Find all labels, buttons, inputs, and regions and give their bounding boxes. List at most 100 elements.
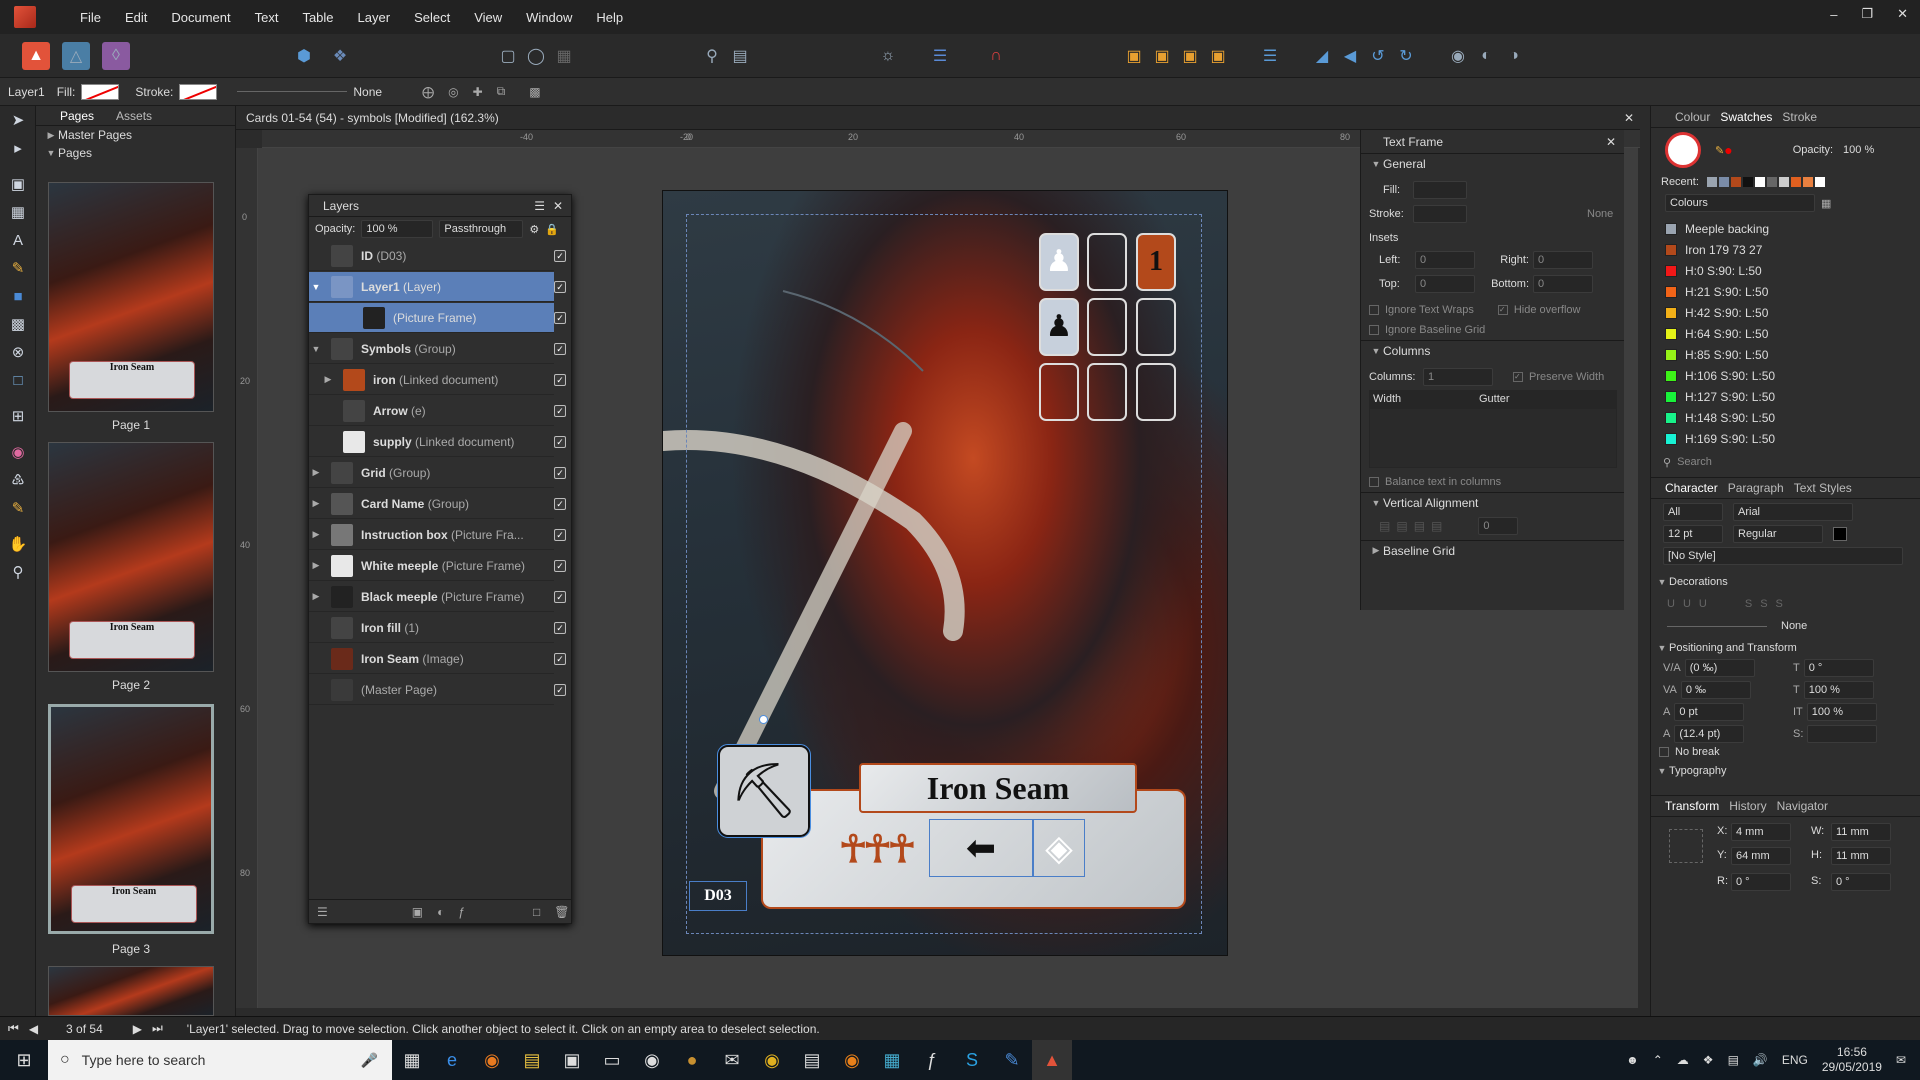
- fill-tool-icon[interactable]: ♷: [0, 466, 36, 494]
- swatch-h42[interactable]: H:42 S:90: L:50: [1665, 302, 1920, 323]
- recent-swatch[interactable]: [1778, 177, 1789, 187]
- task-view-icon[interactable]: ▦: [392, 1040, 432, 1080]
- w-field[interactable]: 11 mm: [1831, 823, 1891, 841]
- page-thumbnail-2[interactable]: Iron Seam: [48, 442, 214, 672]
- vertical-scale-field[interactable]: 100 %: [1803, 681, 1874, 699]
- visibility-checkbox[interactable]: ✓: [554, 435, 566, 448]
- clock[interactable]: 16:56 29/05/2019: [1822, 1045, 1882, 1075]
- swatch-h106[interactable]: H:106 S:90: L:50: [1665, 365, 1920, 386]
- ellipse-frame-icon[interactable]: ◯: [522, 42, 550, 70]
- notifications-icon[interactable]: ✉: [1896, 1053, 1906, 1067]
- panel-menu-icon[interactable]: ☰: [534, 199, 545, 213]
- onedrive-icon[interactable]: ☁: [1677, 1053, 1689, 1067]
- right-inset-field[interactable]: 0: [1533, 251, 1593, 269]
- shear-transform-field[interactable]: 0 °: [1831, 873, 1891, 891]
- publisher-icon[interactable]: ▲: [1032, 1040, 1072, 1080]
- table-icon[interactable]: ▦: [550, 42, 578, 70]
- boolean-subtract-icon[interactable]: ◐: [1472, 42, 1500, 70]
- volume-icon[interactable]: 🔊: [1753, 1053, 1768, 1067]
- recent-swatch[interactable]: [1802, 177, 1813, 187]
- tab-pages[interactable]: Pages: [60, 109, 94, 123]
- transparency-tool-icon[interactable]: ✎: [0, 494, 36, 522]
- horizontal-scale-field[interactable]: 100 %: [1806, 703, 1877, 721]
- network-icon[interactable]: ▤: [1728, 1053, 1739, 1067]
- rotation-handle[interactable]: [759, 715, 768, 724]
- visibility-checkbox[interactable]: ✓: [554, 559, 566, 572]
- card-name-box[interactable]: Iron Seam: [859, 763, 1137, 813]
- swatch-h85[interactable]: H:85 S:90: L:50: [1665, 344, 1920, 365]
- font-size-select[interactable]: 12 pt: [1663, 525, 1723, 543]
- vertical-offset-field[interactable]: 0: [1478, 517, 1519, 535]
- colour-picker-icon[interactable]: ◉: [0, 438, 36, 466]
- boolean-intersect-icon[interactable]: ◑: [1500, 42, 1528, 70]
- expand-pages-icon[interactable]: ▼: [44, 148, 58, 158]
- swatch-meeple-backing[interactable]: Meeple backing: [1665, 218, 1920, 239]
- menu-edit[interactable]: Edit: [125, 10, 147, 25]
- visibility-icon[interactable]: ◎: [448, 85, 458, 99]
- double-strike-icon[interactable]: S: [1760, 598, 1767, 610]
- recent-swatch[interactable]: [1742, 177, 1753, 187]
- last-page-icon[interactable]: ⏭: [152, 1021, 163, 1036]
- store-icon[interactable]: ▣: [552, 1040, 592, 1080]
- close-panel-icon[interactable]: ✕: [553, 199, 563, 213]
- tray-expand-icon[interactable]: ⌃: [1653, 1053, 1663, 1067]
- positioning-section[interactable]: Positioning and Transform: [1669, 642, 1797, 654]
- layer-row-iron-fill[interactable]: Iron fill (1) ✓: [309, 613, 566, 643]
- double-underline-icon[interactable]: U: [1683, 598, 1691, 610]
- crop-tool-icon[interactable]: ⊞: [0, 402, 36, 430]
- rotate-right-icon[interactable]: ↻: [1392, 42, 1420, 70]
- pickaxe-picture-frame[interactable]: ⛏: [717, 744, 811, 838]
- rectangle-tool-icon[interactable]: ■: [0, 282, 36, 310]
- layer-row-grid[interactable]: ▶ Grid (Group) ✓: [309, 458, 566, 488]
- arrange-backward-icon[interactable]: ▣: [1148, 42, 1176, 70]
- blender-icon[interactable]: ◉: [832, 1040, 872, 1080]
- card-name[interactable]: Iron Seam: [927, 770, 1070, 807]
- recent-swatch[interactable]: [1790, 177, 1801, 187]
- master-pages-label[interactable]: Master Pages: [58, 128, 132, 142]
- zoom-tool-icon[interactable]: ⚲: [0, 558, 36, 586]
- swatch-h127[interactable]: H:127 S:90: L:50: [1665, 386, 1920, 407]
- transform-origin-icon[interactable]: ⨁: [422, 85, 434, 99]
- tab-assets[interactable]: Assets: [116, 109, 152, 123]
- visibility-checkbox[interactable]: ✓: [554, 528, 566, 541]
- swatch-h64[interactable]: H:64 S:90: L:50: [1665, 323, 1920, 344]
- tab-colour[interactable]: Colour: [1675, 110, 1710, 124]
- microphone-icon[interactable]: 🎤: [361, 1052, 378, 1069]
- swatch-iron[interactable]: Iron 179 73 27: [1665, 239, 1920, 260]
- align-bottom-icon[interactable]: ▤: [1414, 519, 1425, 533]
- arrange-front-icon[interactable]: ▣: [1204, 42, 1232, 70]
- firefox-icon[interactable]: ◉: [472, 1040, 512, 1080]
- y-field[interactable]: 64 mm: [1731, 847, 1791, 865]
- visibility-checkbox[interactable]: ✓: [554, 311, 566, 324]
- tab-transform[interactable]: Transform: [1665, 799, 1719, 813]
- decorations-section[interactable]: Decorations: [1669, 576, 1728, 588]
- place-image-icon[interactable]: □: [0, 366, 36, 394]
- pen-tool-icon[interactable]: ✎: [0, 254, 36, 282]
- char-style-select[interactable]: [No Style]: [1663, 547, 1903, 565]
- columns-table[interactable]: [1369, 408, 1617, 468]
- slot[interactable]: [1136, 363, 1176, 421]
- align-justify-icon[interactable]: ▤: [1431, 519, 1442, 533]
- notepad-icon[interactable]: ▭: [592, 1040, 632, 1080]
- recent-swatch[interactable]: [1814, 177, 1825, 187]
- page-indicator[interactable]: 3 of 54: [66, 1022, 103, 1036]
- recent-swatch[interactable]: [1730, 177, 1741, 187]
- visibility-checkbox[interactable]: ✓: [554, 590, 566, 603]
- strikethrough-icon[interactable]: S: [1745, 598, 1752, 610]
- layer-row-master-page[interactable]: (Master Page) ✓: [309, 675, 566, 705]
- mask-icon[interactable]: ▣: [412, 905, 423, 919]
- app-logo-icon[interactable]: [14, 6, 36, 28]
- visibility-checkbox[interactable]: ✓: [554, 373, 566, 386]
- menu-table[interactable]: Table: [302, 10, 333, 25]
- slot[interactable]: [1087, 298, 1127, 356]
- pages-label[interactable]: Pages: [58, 146, 92, 160]
- photo-persona-icon[interactable]: ◊: [102, 41, 130, 70]
- recent-swatch[interactable]: [1706, 177, 1717, 187]
- menu-document[interactable]: Document: [171, 10, 230, 25]
- tab-paragraph[interactable]: Paragraph: [1728, 481, 1784, 495]
- artistic-text-icon[interactable]: A: [0, 226, 36, 254]
- leading-field[interactable]: (12.4 pt): [1674, 725, 1745, 743]
- font-app-icon[interactable]: ƒ: [912, 1040, 952, 1080]
- language-indicator[interactable]: ENG: [1782, 1053, 1808, 1067]
- visibility-checkbox[interactable]: ✓: [554, 342, 566, 355]
